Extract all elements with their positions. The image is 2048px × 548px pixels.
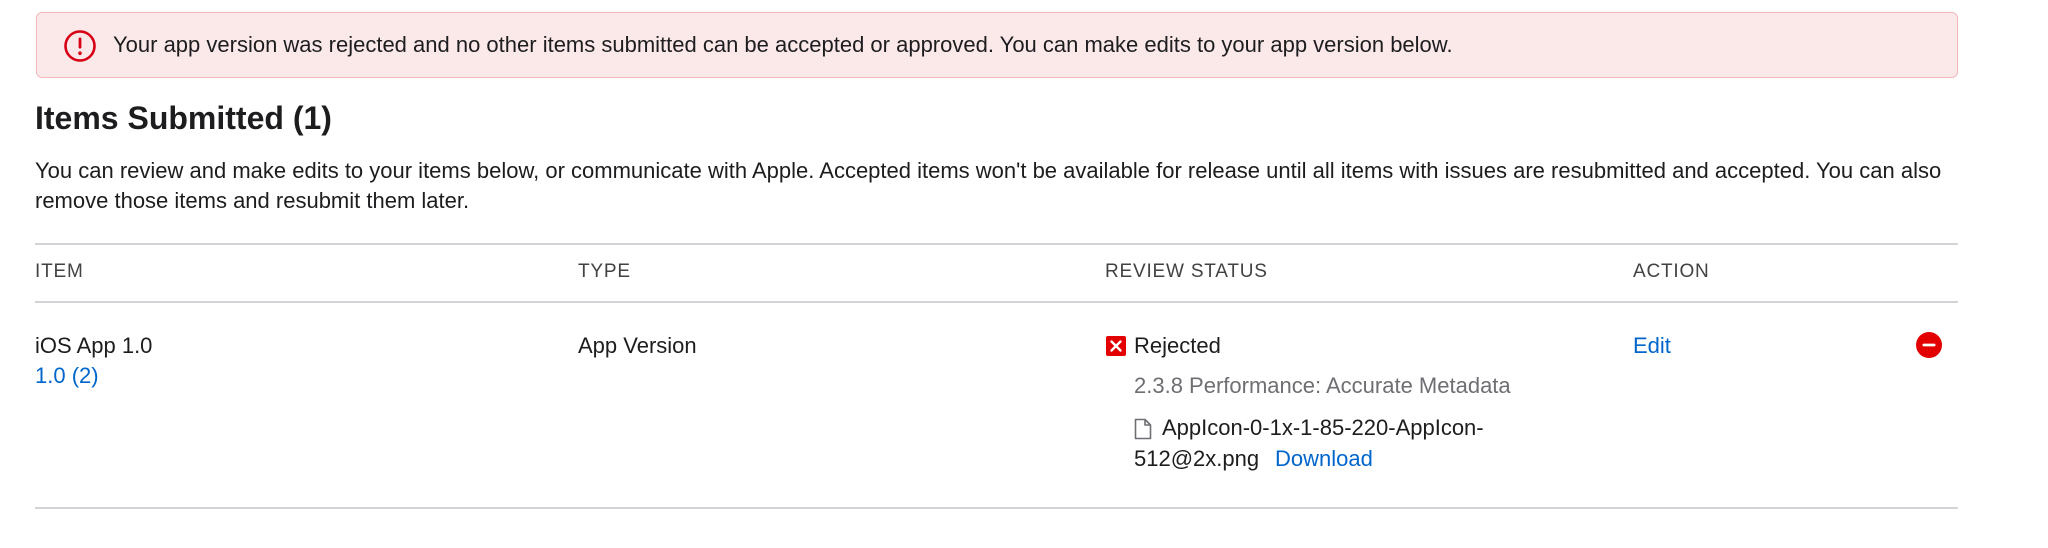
column-header-action: ACTION (1633, 261, 1710, 282)
column-header-type: TYPE (578, 261, 631, 282)
item-build-link[interactable]: 1.0 (2) (35, 361, 99, 391)
exclamation-circle-icon (64, 30, 96, 62)
submission-page: Your app version was rejected and no oth… (0, 0, 2048, 548)
edit-link[interactable]: Edit (1633, 331, 1671, 361)
column-header-review-status: REVIEW STATUS (1105, 261, 1268, 282)
column-header-item: ITEM (35, 261, 84, 282)
rejection-guideline: 2.3.8 Performance: Accurate Metadata (1134, 373, 1511, 398)
rejection-alert: Your app version was rejected and no oth… (36, 12, 1958, 78)
table-header-divider (35, 301, 1958, 303)
table-bottom-divider (35, 507, 1958, 509)
section-description: You can review and make edits to your it… (35, 158, 1942, 213)
attachment-filename-line1: AppIcon-0-1x-1-85-220-AppIcon- (1162, 415, 1484, 440)
document-icon (1134, 418, 1152, 440)
review-status: Rejected (1134, 333, 1221, 358)
alert-message: Your app version was rejected and no oth… (113, 32, 1453, 57)
page-title: Items Submitted (1) (35, 100, 332, 136)
attachment-filename-line2: 512@2x.png (1134, 446, 1260, 471)
table-top-divider (35, 243, 1958, 245)
item-name: iOS App 1.0 (35, 333, 153, 358)
rejected-x-icon (1106, 336, 1126, 356)
download-link[interactable]: Download (1275, 444, 1373, 474)
item-type: App Version (578, 333, 697, 358)
remove-circle-icon[interactable] (1916, 332, 1942, 358)
